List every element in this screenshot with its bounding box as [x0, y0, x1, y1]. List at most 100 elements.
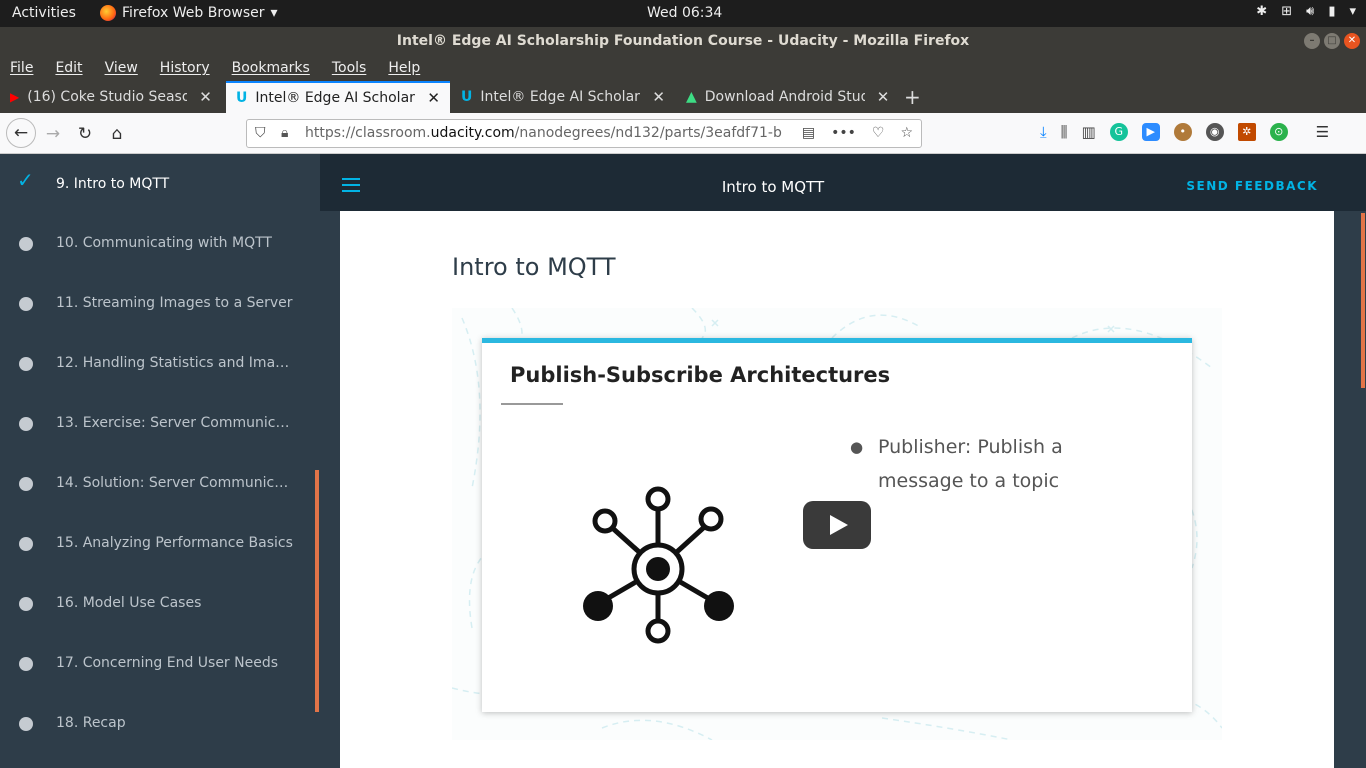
sidebar-item-label: 13. Exercise: Server Communicatio... — [56, 415, 296, 431]
sidebar-item-label: 9. Intro to MQTT — [56, 176, 170, 192]
pubsub-network-icon — [583, 486, 734, 644]
firefox-icon — [100, 5, 116, 21]
menu-history[interactable]: History — [160, 60, 210, 76]
nav-toolbar: ← → ↻ ⌂ ⛉ 🔒︎ https://classroom.udacity.c… — [0, 113, 1366, 154]
new-tab-button[interactable]: + — [904, 85, 921, 109]
sidebar-item-analyzing-performance[interactable]: 15. Analyzing Performance Basics — [0, 514, 320, 574]
lesson-sidebar: ✓ 9. Intro to MQTT 10. Communicating wit… — [0, 154, 320, 768]
close-tab-icon[interactable]: ✕ — [877, 88, 890, 106]
content-scrollbar[interactable] — [1354, 211, 1366, 768]
menu-view[interactable]: View — [105, 60, 138, 76]
activities-button[interactable]: Activities — [12, 5, 76, 21]
extension-icon[interactable]: ✲ — [1237, 123, 1256, 141]
play-button[interactable] — [803, 501, 871, 549]
reader-view-icon[interactable]: ▤ — [802, 120, 815, 147]
udacity-icon: U — [236, 90, 248, 106]
close-tab-icon[interactable]: ✕ — [427, 89, 440, 107]
youtube-icon: ▶ — [10, 90, 20, 104]
sidebar-item-recap[interactable]: 18. Recap — [0, 694, 320, 754]
sidebar-item-label: 12. Handling Statistics and Images ... — [56, 355, 296, 371]
account-icon[interactable]: ◉ — [1205, 123, 1224, 141]
url-prefix: https://classroom. — [305, 125, 431, 141]
bookmark-star-icon[interactable]: ☆ — [900, 120, 913, 147]
sidebar-item-intro-mqtt[interactable]: ✓ 9. Intro to MQTT — [0, 154, 320, 214]
battery-icon[interactable]: ▮ — [1328, 4, 1335, 19]
url-bar[interactable]: ⛉ 🔒︎ https://classroom.udacity.com/nanod… — [246, 119, 922, 148]
download-icon[interactable]: ⤓ — [1040, 123, 1047, 141]
tab-android[interactable]: ▲ Download Android Studi ✕ — [676, 81, 900, 113]
forward-button[interactable]: → — [40, 121, 66, 147]
sidebar-item-label: 14. Solution: Server Communicatio... — [56, 475, 296, 491]
menu-tools[interactable]: Tools — [332, 60, 367, 76]
maximize-button[interactable]: □ — [1324, 33, 1340, 49]
close-tab-icon[interactable]: ✕ — [199, 88, 212, 106]
tab-title: Download Android Studi — [704, 89, 865, 105]
app-name: Firefox Web Browser — [122, 5, 265, 21]
sidebar-item-exercise-server[interactable]: 13. Exercise: Server Communicatio... — [0, 394, 320, 454]
incomplete-dot-icon — [19, 477, 33, 491]
tab-title: Intel® Edge AI Scholarsh — [255, 90, 416, 106]
system-tray[interactable]: ✱ ⊞ 🔊︎ ▮ ▾ — [1256, 4, 1356, 19]
menu-bar: File Edit View History Bookmarks Tools H… — [0, 55, 1366, 81]
network-icon[interactable]: ⊞ — [1281, 4, 1292, 19]
tab-title: Intel® Edge AI Scholarsh — [480, 89, 641, 105]
send-feedback-button[interactable]: SEND FEEDBACK — [1186, 179, 1318, 193]
incomplete-dot-icon — [19, 537, 33, 551]
tab-udacity-active[interactable]: U Intel® Edge AI Scholarsh ✕ — [226, 81, 450, 113]
sidebar-icon[interactable]: ▥ — [1082, 123, 1096, 141]
menu-bookmarks[interactable]: Bookmarks — [232, 60, 310, 76]
tab-udacity[interactable]: U Intel® Edge AI Scholarsh ✕ — [451, 81, 675, 113]
tab-title: (16) Coke Studio Season — [27, 89, 188, 105]
menu-help[interactable]: Help — [388, 60, 420, 76]
lock-icon[interactable]: 🔒︎ — [281, 120, 288, 147]
library-icon[interactable]: ⫼ — [1061, 123, 1068, 141]
tab-youtube[interactable]: ▶ (16) Coke Studio Season ✕ — [0, 81, 224, 113]
hamburger-menu-icon[interactable]: ☰ — [1316, 123, 1329, 141]
chevron-down-icon[interactable]: ▾ — [1349, 4, 1356, 19]
sidebar-item-model-use-cases[interactable]: 16. Model Use Cases — [0, 574, 320, 634]
incomplete-dot-icon — [19, 297, 33, 311]
pocket-icon[interactable]: ♡ — [872, 120, 885, 147]
system-topbar: Activities Firefox Web Browser ▾ Wed 06:… — [0, 0, 1366, 27]
accessibility-icon[interactable]: ✱ — [1256, 4, 1267, 19]
clock[interactable]: Wed 06:34 — [647, 5, 722, 21]
more-actions-icon[interactable]: ••• — [831, 120, 856, 147]
reload-button[interactable]: ↻ — [72, 121, 98, 147]
sidebar-item-communicating-mqtt[interactable]: 10. Communicating with MQTT — [0, 214, 320, 274]
cookie-icon[interactable]: • — [1173, 123, 1192, 141]
menu-file[interactable]: File — [10, 60, 33, 76]
grammarly-icon[interactable]: G — [1109, 123, 1128, 141]
sidebar-scrollbar[interactable] — [315, 470, 319, 712]
slide-bullet-text: Publisher: Publish a message to a topic — [878, 436, 1063, 492]
window-title: Intel® Edge AI Scholarship Foundation Co… — [396, 33, 970, 49]
caret-down-icon: ▾ — [270, 5, 278, 21]
vpn-icon[interactable]: ⊙ — [1269, 123, 1288, 141]
sidebar-item-handling-statistics[interactable]: 12. Handling Statistics and Images ... — [0, 334, 320, 394]
home-button[interactable]: ⌂ — [104, 121, 130, 147]
back-button[interactable]: ← — [6, 118, 36, 148]
close-button[interactable]: ✕ — [1344, 33, 1360, 49]
menu-edit[interactable]: Edit — [55, 60, 82, 76]
lesson-header: Intro to MQTT SEND FEEDBACK — [320, 154, 1366, 211]
android-icon: ▲ — [686, 89, 697, 105]
sidebar-item-label: 11. Streaming Images to a Server — [56, 295, 293, 311]
incomplete-dot-icon — [19, 657, 33, 671]
url-path: /nanodegrees/nd132/parts/3eafdf71-b — [514, 125, 782, 141]
sidebar-item-streaming-images[interactable]: 11. Streaming Images to a Server — [0, 274, 320, 334]
page-title: Intro to MQTT — [452, 253, 616, 281]
volume-icon[interactable]: 🔊︎ — [1306, 4, 1314, 19]
sidebar-item-label: 18. Recap — [56, 715, 126, 731]
checkmark-icon: ✓ — [17, 168, 34, 192]
lesson-title: Intro to MQTT — [721, 178, 825, 196]
minimize-button[interactable]: – — [1304, 33, 1320, 49]
tab-bar: ▶ (16) Coke Studio Season ✕ U Intel® Edg… — [0, 81, 1366, 113]
zoom-icon[interactable]: ▶ — [1141, 123, 1160, 141]
sidebar-item-end-user-needs[interactable]: 17. Concerning End User Needs — [0, 634, 320, 694]
app-menu[interactable]: Firefox Web Browser ▾ — [100, 5, 278, 21]
close-tab-icon[interactable]: ✕ — [652, 88, 665, 106]
shield-icon[interactable]: ⛉ — [255, 120, 266, 147]
sidebar-item-label: 16. Model Use Cases — [56, 595, 202, 611]
sidebar-item-solution-server[interactable]: 14. Solution: Server Communicatio... — [0, 454, 320, 514]
incomplete-dot-icon — [19, 597, 33, 611]
window-controls: – □ ✕ — [1304, 33, 1360, 49]
